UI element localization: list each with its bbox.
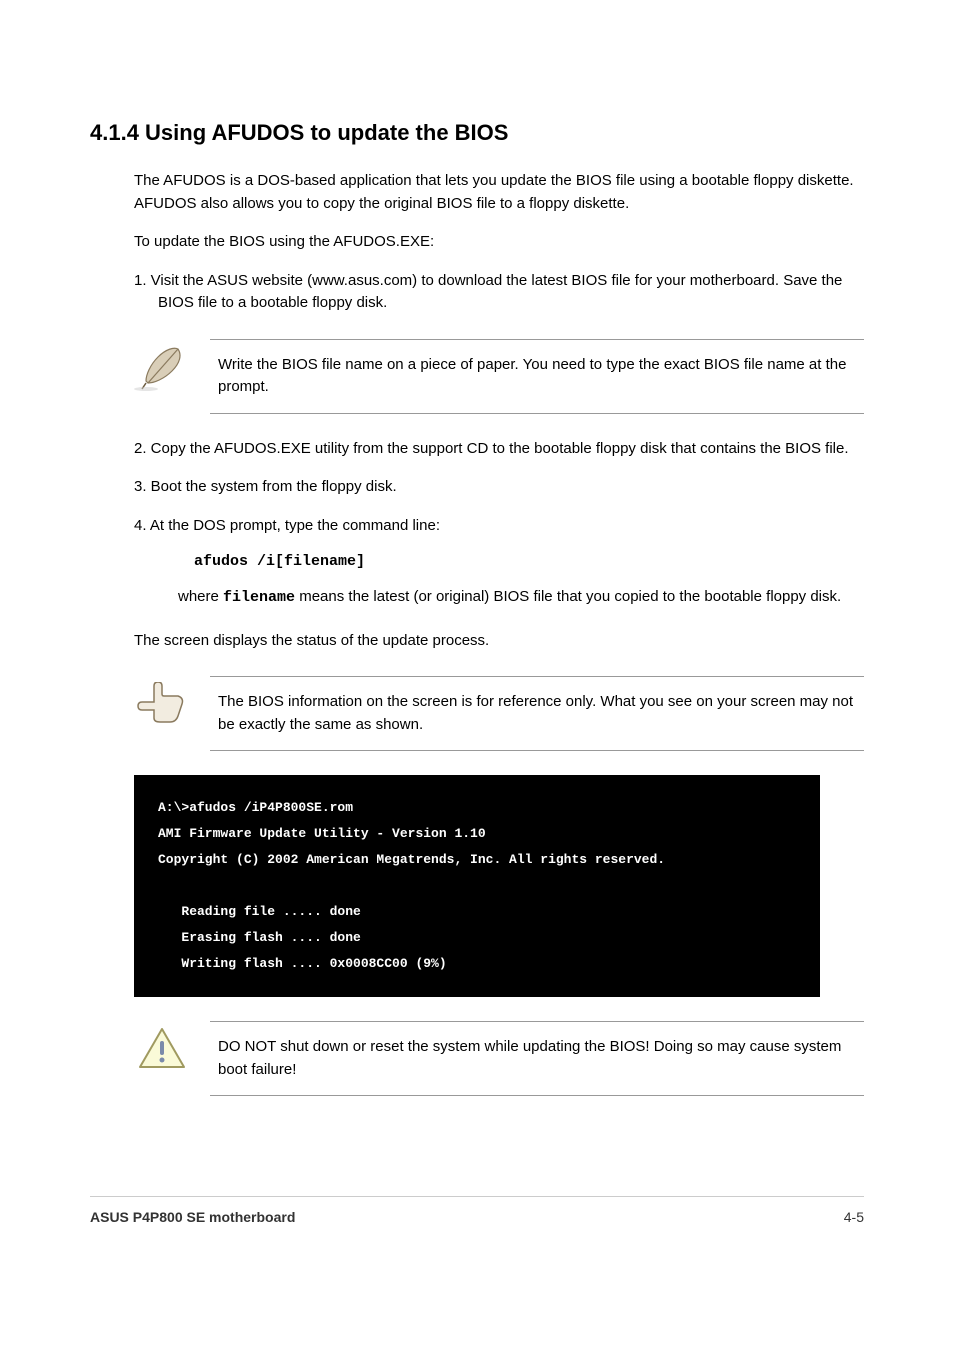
warning-triangle-icon <box>134 1021 190 1077</box>
step-1: 1. Visit the ASUS website (www.asus.com)… <box>134 270 864 315</box>
note-2-text: The screen displays the status of the up… <box>134 630 864 653</box>
note-1-text: Write the BIOS file name on a piece of p… <box>210 339 864 414</box>
footer-left: ASUS P4P800 SE motherboard <box>90 1209 295 1225</box>
filename-description: where filename means the latest (or orig… <box>178 586 864 610</box>
warning-block: DO NOT shut down or reset the system whi… <box>134 1021 864 1096</box>
note-3-text: The BIOS information on the screen is fo… <box>210 676 864 751</box>
note-block-feather: Write the BIOS file name on a piece of p… <box>134 339 864 414</box>
command-line: afudos /i[filename] <box>194 553 864 570</box>
filename-desc-prefix: where <box>178 588 223 605</box>
filename-desc-suffix: means the latest (or original) BIOS file… <box>295 588 841 605</box>
note-block-hand: The BIOS information on the screen is fo… <box>134 676 864 751</box>
terminal-line-4: Reading file ..... done <box>158 904 361 919</box>
prereq-label: To update the BIOS using the AFUDOS.EXE: <box>134 231 864 254</box>
step-2: 2. Copy the AFUDOS.EXE utility from the … <box>134 438 864 461</box>
terminal-line-1: A:\>afudos /iP4P800SE.rom <box>158 800 353 815</box>
intro-paragraph: The AFUDOS is a DOS-based application th… <box>134 170 864 215</box>
footer-page-number: 4-5 <box>844 1209 864 1225</box>
page-footer: ASUS P4P800 SE motherboard 4-5 <box>90 1196 864 1225</box>
terminal-line-5: Erasing flash .... done <box>158 930 361 945</box>
step-3: 3. Boot the system from the floppy disk. <box>134 476 864 499</box>
terminal-line-2: AMI Firmware Update Utility - Version 1.… <box>158 826 486 841</box>
terminal-line-6: Writing flash .... 0x0008CC00 (9%) <box>158 956 447 971</box>
terminal-line-3: Copyright (C) 2002 American Megatrends, … <box>158 852 665 867</box>
warning-text: DO NOT shut down or reset the system whi… <box>210 1021 864 1096</box>
feather-icon <box>134 339 190 395</box>
step-4: 4. At the DOS prompt, type the command l… <box>134 515 864 538</box>
section-heading: 4.1.4 Using AFUDOS to update the BIOS <box>90 120 864 146</box>
pointing-hand-icon <box>134 676 190 732</box>
terminal-output: A:\>afudos /iP4P800SE.rom AMI Firmware U… <box>134 775 820 997</box>
filename-keyword: filename <box>223 589 295 606</box>
